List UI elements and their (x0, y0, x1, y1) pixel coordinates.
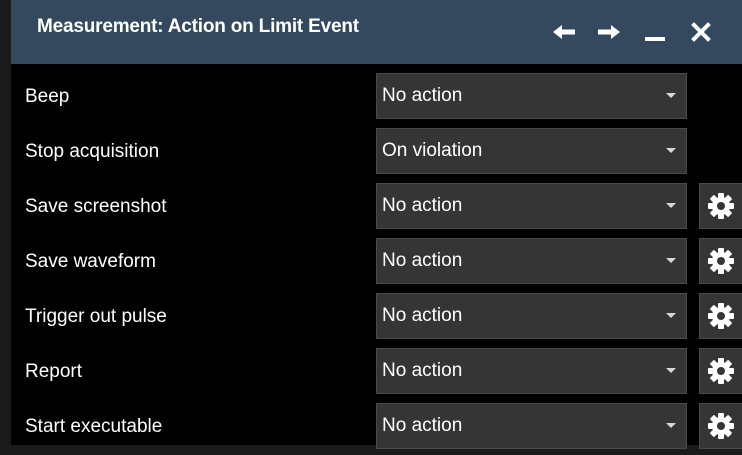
beep-select[interactable]: No action (376, 73, 687, 119)
action-row-save-waveform: Save waveform No action (11, 234, 742, 290)
save-waveform-select[interactable]: No action (376, 238, 687, 284)
action-row-save-screenshot: Save screenshot No action (11, 179, 742, 235)
action-row-trigger-out-pulse: Trigger out pulse No action (11, 289, 742, 345)
stop-acquisition-label: Stop acquisition (25, 141, 160, 162)
chevron-down-icon (666, 203, 676, 208)
save-screenshot-label: Save screenshot (25, 196, 167, 217)
save-waveform-label: Save waveform (25, 251, 156, 272)
trigger-out-pulse-select[interactable]: No action (376, 293, 687, 339)
trigger-out-pulse-settings-button[interactable] (699, 293, 742, 339)
trigger-out-pulse-select-value: No action (382, 305, 463, 326)
back-button[interactable] (546, 14, 582, 50)
minimize-icon (645, 37, 665, 41)
close-icon (691, 22, 711, 42)
gear-icon (708, 248, 734, 274)
right-arrow-icon (598, 25, 620, 39)
dialog-title: Measurement: Action on Limit Event (37, 16, 359, 37)
start-executable-select-value: No action (382, 415, 463, 436)
report-label: Report (25, 361, 83, 382)
start-executable-settings-button[interactable] (699, 403, 742, 449)
chevron-down-icon (666, 313, 676, 318)
chevron-down-icon (666, 93, 676, 98)
start-executable-label: Start executable (25, 416, 163, 437)
save-screenshot-select[interactable]: No action (376, 183, 687, 229)
save-waveform-settings-button[interactable] (699, 238, 742, 284)
save-screenshot-settings-button[interactable] (699, 183, 742, 229)
minimize-button[interactable] (637, 14, 673, 50)
action-row-stop-acquisition: Stop acquisition On violation (11, 124, 742, 180)
forward-button[interactable] (591, 14, 627, 50)
dialog-titlebar: Measurement: Action on Limit Event (11, 0, 742, 64)
gear-icon (708, 358, 734, 384)
stop-acquisition-select[interactable]: On violation (376, 128, 687, 174)
gear-icon (708, 303, 734, 329)
left-arrow-icon (553, 25, 575, 39)
action-row-start-executable: Start executable No action (11, 399, 742, 455)
save-screenshot-select-value: No action (382, 195, 463, 216)
gear-icon (708, 413, 734, 439)
chevron-down-icon (666, 258, 676, 263)
chevron-down-icon (666, 148, 676, 153)
report-settings-button[interactable] (699, 348, 742, 394)
beep-label: Beep (25, 86, 70, 107)
chevron-down-icon (666, 423, 676, 428)
save-waveform-select-value: No action (382, 250, 463, 271)
action-row-beep: Beep No action (11, 69, 742, 125)
limit-event-dialog: Measurement: Action on Limit Event Beep … (11, 0, 742, 449)
close-button[interactable] (683, 14, 719, 50)
report-select-value: No action (382, 360, 463, 381)
beep-select-value: No action (382, 85, 463, 106)
report-select[interactable]: No action (376, 348, 687, 394)
stop-acquisition-select-value: On violation (382, 140, 483, 161)
trigger-out-pulse-label: Trigger out pulse (25, 306, 167, 327)
chevron-down-icon (666, 368, 676, 373)
start-executable-select[interactable]: No action (376, 403, 687, 449)
action-row-report: Report No action (11, 344, 742, 400)
gear-icon (708, 193, 734, 219)
